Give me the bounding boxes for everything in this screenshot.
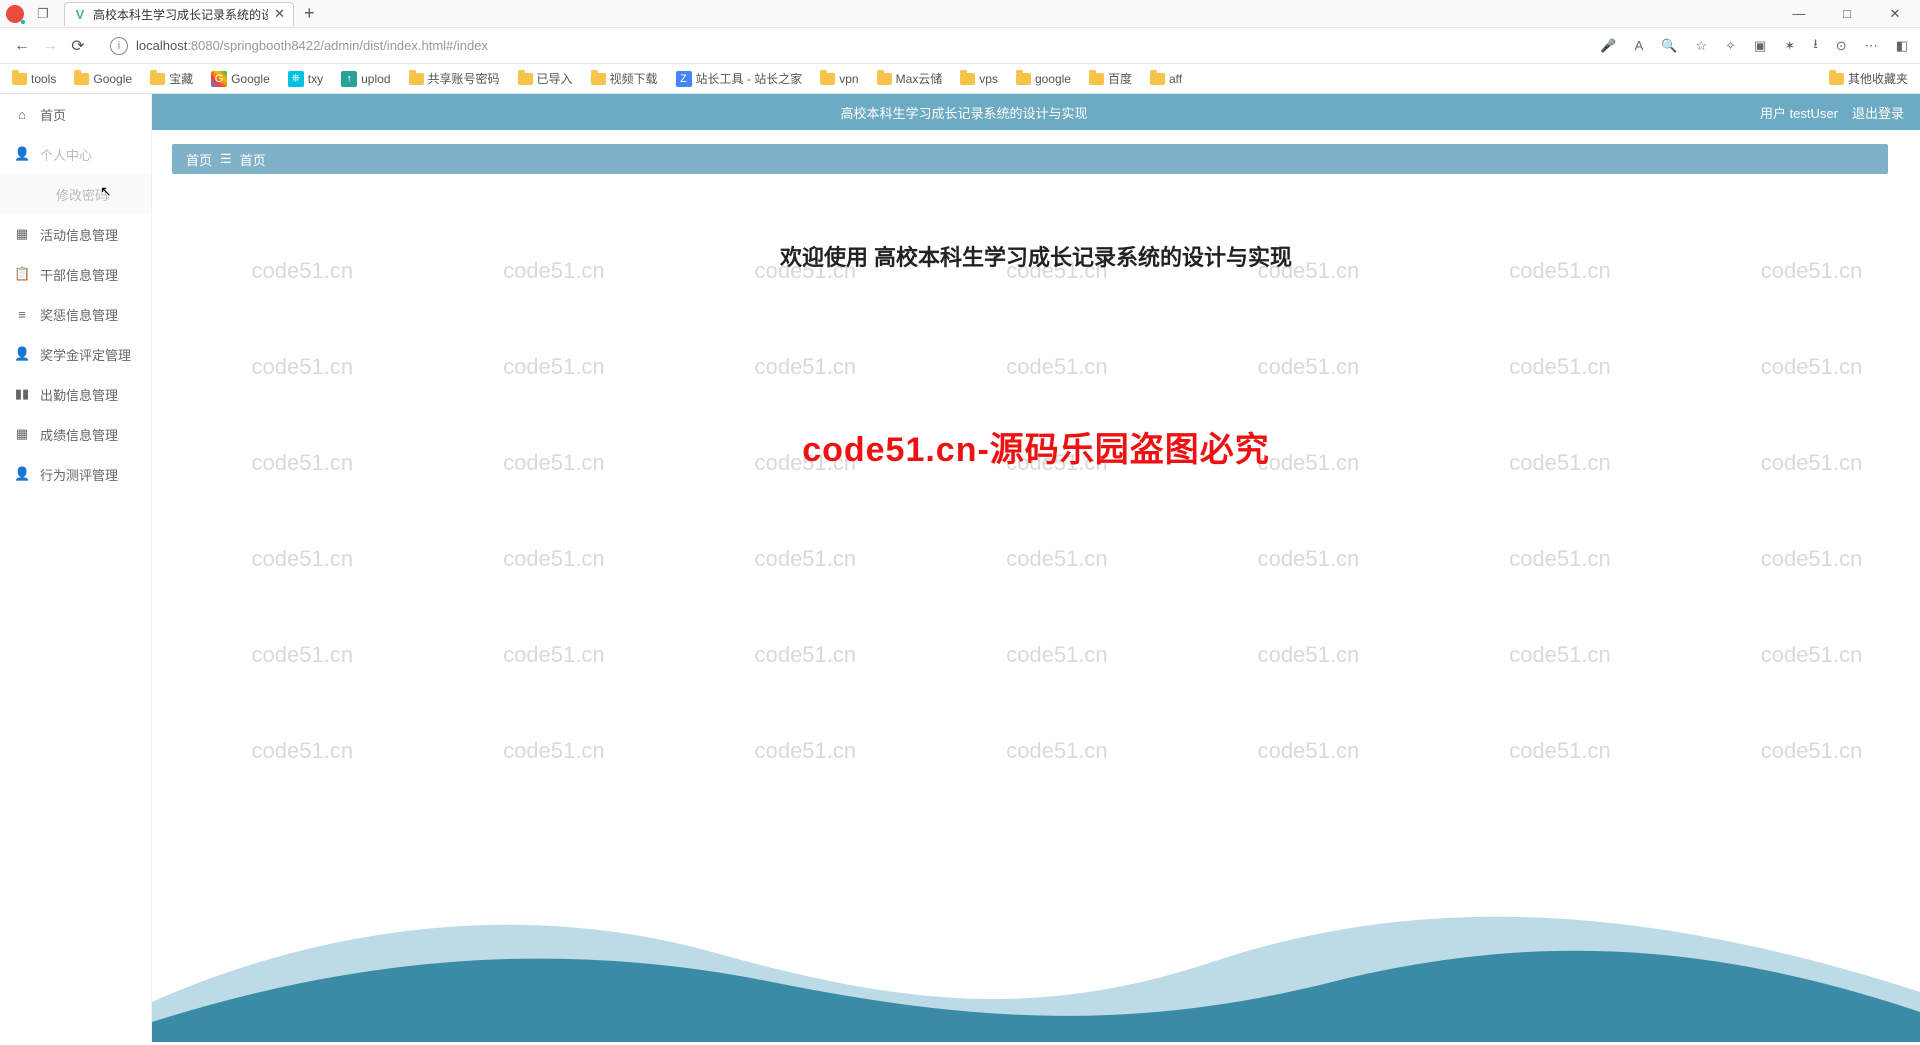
user2-icon: 👤 — [14, 346, 30, 362]
bookmark-other[interactable]: 其他收藏夹 — [1829, 70, 1908, 87]
bookmark-tools[interactable]: tools — [12, 72, 56, 86]
profile-avatar-icon[interactable] — [6, 5, 24, 23]
bookmark-aff[interactable]: aff — [1150, 72, 1182, 86]
bookmark-google-link[interactable]: GGoogle — [211, 71, 270, 87]
footer-wave-decoration — [152, 882, 1920, 1042]
content-area: 欢迎使用 高校本科生学习成长记录系统的设计与实现 code51.cn-源码乐园盗… — [152, 184, 1920, 1042]
sidebar-item-personal[interactable]: 👤个人中心 — [0, 134, 151, 174]
window-maximize-button[interactable]: □ — [1834, 6, 1860, 22]
app-icon[interactable]: ⊙ — [1836, 38, 1847, 54]
bookmark-google-folder[interactable]: Google — [74, 72, 132, 86]
bookmark-vpn[interactable]: vpn — [820, 72, 858, 86]
url-box[interactable]: i localhost:8080/springbooth8422/admin/d… — [102, 32, 1590, 60]
nav-reload-button[interactable]: ⟳ — [64, 36, 92, 56]
site-info-icon[interactable]: i — [110, 37, 128, 55]
titlebar: ❐ V 高校本科生学习成长记录系统的设… ✕ + — □ ✕ — [0, 0, 1920, 28]
reader-icon[interactable]: A — [1635, 38, 1644, 53]
anti-theft-notice: code51.cn-源码乐园盗图必究 — [152, 422, 1920, 471]
new-tab-button[interactable]: + — [304, 3, 315, 24]
bars-icon: ▮▮ — [14, 386, 30, 402]
bookmark-google-folder2[interactable]: google — [1016, 72, 1071, 86]
sidebar-item-scholarship[interactable]: 👤奖学金评定管理 — [0, 334, 151, 374]
crumb-sep-icon: ☰ — [220, 151, 232, 167]
sidebar-item-activity[interactable]: ▦活动信息管理 — [0, 214, 151, 254]
sidebar: ⌂首页 👤个人中心 修改密码 ▦活动信息管理 📋干部信息管理 ≡奖惩信息管理 👤… — [0, 94, 152, 1042]
collections-icon[interactable]: ✧ — [1725, 38, 1736, 54]
bookmark-maxcloud[interactable]: Max云储 — [877, 70, 943, 87]
bookmark-shared-pwd[interactable]: 共享账号密码 — [409, 70, 500, 87]
window-minimize-button[interactable]: — — [1786, 6, 1812, 22]
list-icon: ≡ — [14, 307, 30, 322]
extensions-icon[interactable]: ✶ — [1784, 38, 1795, 54]
nav-back-button[interactable]: ← — [8, 37, 36, 55]
sidebar-item-behavior[interactable]: 👤行为测评管理 — [0, 454, 151, 494]
breadcrumb: 首页 ☰ 首页 — [172, 144, 1888, 174]
tab-favicon-icon: V — [73, 7, 87, 21]
voice-search-icon[interactable]: 🎤 — [1600, 38, 1616, 54]
clipboard-icon: 📋 — [14, 266, 30, 282]
nav-forward-button: → — [36, 37, 64, 55]
user3-icon: 👤 — [14, 466, 30, 482]
url-text: localhost:8080/springbooth8422/admin/dis… — [136, 38, 488, 53]
addressbar: ← → ⟳ i localhost:8080/springbooth8422/a… — [0, 28, 1920, 64]
window-controls: — □ ✕ — [1786, 6, 1914, 22]
topbar: 高校本科生学习成长记录系统的设计与实现 用户 testUser 退出登录 — [152, 94, 1920, 130]
app-title: 高校本科生学习成长记录系统的设计与实现 — [840, 103, 1087, 122]
crumb-root[interactable]: 首页 — [186, 150, 212, 169]
sidebar-item-grades[interactable]: ▦成绩信息管理 — [0, 414, 151, 454]
bookmark-uplod[interactable]: ↑uplod — [341, 71, 390, 87]
logout-link[interactable]: 退出登录 — [1852, 103, 1904, 122]
favorite-icon[interactable]: ☆ — [1695, 38, 1707, 54]
tab-title: 高校本科生学习成长记录系统的设… — [93, 6, 268, 23]
app-root: code51.cncode51.cncode51.cncode51.cncode… — [0, 94, 1920, 1042]
grid-icon: ▦ — [14, 226, 30, 242]
addressbar-actions: 🎤 A 🔍 ☆ ✧ ▣ ✶ ⭳ ⊙ ⋯ ◧ — [1600, 35, 1912, 57]
sidebar-item-reward[interactable]: ≡奖惩信息管理 — [0, 294, 151, 334]
more-icon[interactable]: ⋯ — [1865, 38, 1878, 54]
user-label[interactable]: 用户 testUser — [1760, 103, 1838, 122]
bookmark-baidu[interactable]: 百度 — [1089, 70, 1132, 87]
sidebar-item-home[interactable]: ⌂首页 — [0, 94, 151, 134]
grid2-icon: ▦ — [14, 426, 30, 442]
zoom-icon[interactable]: 🔍 — [1661, 38, 1677, 54]
bookmark-vps[interactable]: vps — [960, 72, 998, 86]
sidebar-item-cadre[interactable]: 📋干部信息管理 — [0, 254, 151, 294]
tabs-overview-icon[interactable]: ❐ — [34, 5, 52, 23]
downloads-icon[interactable]: ⭳ — [1813, 35, 1818, 57]
bookmark-zhanzhang[interactable]: Z站长工具 - 站长之家 — [676, 70, 803, 87]
bookmark-imported[interactable]: 已导入 — [518, 70, 573, 87]
window-close-button[interactable]: ✕ — [1882, 6, 1908, 22]
bookmarks-bar: tools Google 宝藏 GGoogle ⎈txy ↑uplod 共享账号… — [0, 64, 1920, 94]
sidebar-item-attendance[interactable]: ▮▮出勤信息管理 — [0, 374, 151, 414]
bookmark-video-dl[interactable]: 视频下载 — [591, 70, 658, 87]
tab-close-icon[interactable]: ✕ — [274, 6, 285, 22]
browser-tab[interactable]: V 高校本科生学习成长记录系统的设… ✕ — [64, 2, 294, 26]
msg-icon[interactable]: ▣ — [1754, 38, 1766, 54]
bookmark-baozang[interactable]: 宝藏 — [150, 70, 193, 87]
welcome-heading: 欢迎使用 高校本科生学习成长记录系统的设计与实现 — [152, 240, 1920, 272]
home-icon: ⌂ — [14, 107, 30, 122]
bookmark-txy[interactable]: ⎈txy — [288, 71, 323, 87]
user-icon: 👤 — [14, 146, 30, 162]
sidebar-item-change-password[interactable]: 修改密码 — [0, 174, 151, 214]
sidebarpane-icon[interactable]: ◧ — [1896, 38, 1908, 54]
crumb-current: 首页 — [240, 150, 266, 169]
